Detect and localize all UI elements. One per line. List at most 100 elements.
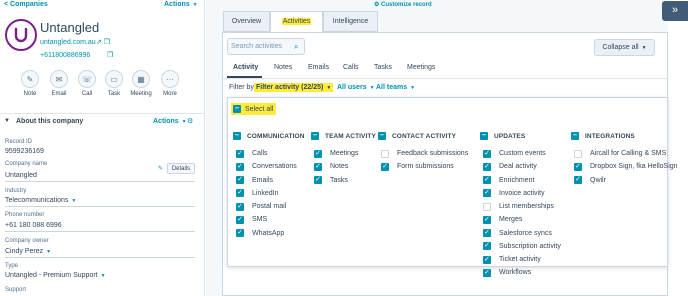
checkbox-empty-icon[interactable] <box>381 149 389 158</box>
group-header[interactable]: – UPDATES <box>480 131 561 141</box>
filter-checkbox-item[interactable]: ✓ LinkedIn <box>236 187 305 200</box>
subtab-tasks[interactable]: Tasks <box>374 64 392 71</box>
collapse-all-button[interactable]: Collapse all ▼ <box>594 39 655 56</box>
group-header[interactable]: – INTEGRATIONS <box>571 131 678 141</box>
search-input[interactable]: Search activities ⌕ <box>227 38 305 55</box>
quick-action-call[interactable]: ☏ Call <box>74 70 100 97</box>
double-chevron-right-icon[interactable]: » <box>662 1 688 21</box>
filter-checkbox-item[interactable]: ✓ Ticket activity <box>483 253 561 266</box>
company-domain-link[interactable]: untangled.com.au <box>40 39 96 46</box>
subtab-notes[interactable]: Notes <box>274 64 292 71</box>
filter-checkbox-item[interactable]: Aircall for Calling & SMS <box>574 147 678 160</box>
customize-record-link[interactable]: ⚙ Customize record <box>374 1 432 8</box>
subtab-emails[interactable]: Emails <box>308 64 329 71</box>
all-teams-dropdown[interactable]: All teams ▼ <box>376 84 415 91</box>
quick-action-meeting[interactable]: ▦ Meeting <box>128 70 154 97</box>
checkbox-checked-icon[interactable]: ✓ <box>483 268 491 277</box>
filter-item-label: Notes <box>330 163 349 171</box>
filter-checkbox-item[interactable]: ✓ Qwilr <box>574 174 678 187</box>
details-button[interactable]: Details <box>167 163 195 174</box>
field-value-record-id: 9599236169 <box>5 148 44 155</box>
filter-checkbox-item[interactable]: ✓ Workflows <box>483 266 561 279</box>
checkbox-checked-icon[interactable]: ✓ <box>574 176 582 185</box>
search-icon[interactable]: ⌕ <box>294 42 298 52</box>
filter-checkbox-item[interactable]: ✓ Meetings <box>314 147 376 160</box>
quick-action-more[interactable]: ··· More <box>157 70 183 97</box>
checkbox-checked-icon[interactable]: ✓ <box>314 176 322 185</box>
group-header[interactable]: – COMMUNICATION <box>233 131 305 141</box>
checkbox-checked-icon[interactable]: ✓ <box>483 255 491 264</box>
field-value-type[interactable]: Untangled - Premium Support ▼ <box>5 272 106 279</box>
filter-checkbox-item[interactable]: ✓ Invoice activity <box>483 187 561 200</box>
checkbox-checked-icon[interactable]: ✓ <box>574 162 582 171</box>
checkbox-empty-icon[interactable] <box>483 202 491 211</box>
quick-action-note[interactable]: ✎ Note <box>17 70 43 97</box>
checkbox-checked-icon[interactable]: ✓ <box>236 162 244 171</box>
filter-checkbox-item[interactable]: ✓ SMS <box>236 213 305 226</box>
filter-checkbox-item[interactable]: ✓ Notes <box>314 160 376 173</box>
select-all-checkbox[interactable]: – Select all <box>231 103 277 115</box>
field-value-industry[interactable]: Telecommunications ▼ <box>5 197 76 204</box>
tab-overview[interactable]: Overview <box>223 11 270 32</box>
checkbox-checked-icon[interactable]: ✓ <box>381 162 389 171</box>
checkbox-checked-icon[interactable]: ✓ <box>236 189 244 198</box>
about-section-header[interactable]: ▼ About this company Actions ▼ ⚙ <box>0 113 204 129</box>
filter-checkbox-item[interactable]: List memberships <box>483 200 561 213</box>
filter-checkbox-item[interactable]: ✓ Enrichment <box>483 174 561 187</box>
filter-checkbox-item[interactable]: ✓ Postal mail <box>236 200 305 213</box>
actions-dropdown[interactable]: Actions ▼ <box>164 1 198 8</box>
checkbox-checked-icon[interactable]: ✓ <box>236 215 244 224</box>
filter-checkbox-item[interactable]: ✓ Custom events <box>483 147 561 160</box>
checkbox-checked-icon[interactable]: ✓ <box>483 242 491 251</box>
gear-icon[interactable]: ⚙ <box>187 117 193 125</box>
filter-item-label: Custom events <box>499 150 546 158</box>
pencil-icon[interactable]: ✎ <box>158 165 163 172</box>
quick-action-email[interactable]: ✉ Email <box>46 70 72 97</box>
group-header[interactable]: – CONTACT ACTIVITY <box>378 131 468 141</box>
checkbox-checked-icon[interactable]: ✓ <box>483 229 491 238</box>
subtab-activity[interactable]: Activity <box>233 64 258 71</box>
filter-checkbox-item[interactable]: ✓ Form submissions <box>381 160 468 173</box>
filter-checkbox-item[interactable]: ✓ Conversations <box>236 160 305 173</box>
all-users-dropdown[interactable]: All users ▼ <box>337 84 375 91</box>
checkbox-checked-icon[interactable]: ✓ <box>483 176 491 185</box>
filter-item-label: Salesforce syncs <box>499 229 552 237</box>
field-value-company-name[interactable]: Untangled <box>5 172 37 179</box>
quick-action-task[interactable]: ▭ Task <box>101 70 127 97</box>
filter-checkbox-item[interactable]: ✓ Subscription activity <box>483 240 561 253</box>
subtab-meetings[interactable]: Meetings <box>407 64 435 71</box>
filter-checkbox-item[interactable]: ✓ Emails <box>236 174 305 187</box>
checkbox-checked-icon[interactable]: ✓ <box>236 202 244 211</box>
checkbox-empty-icon[interactable] <box>574 149 582 158</box>
checkbox-checked-icon[interactable]: ✓ <box>236 229 244 238</box>
group-header[interactable]: – TEAM ACTIVITY <box>311 131 376 141</box>
filter-checkbox-item[interactable]: Feedback submissions <box>381 147 468 160</box>
checkbox-checked-icon[interactable]: ✓ <box>483 149 491 158</box>
company-phone-link[interactable]: +611800886996 <box>40 52 90 59</box>
filter-checkbox-item[interactable]: ✓ Dropbox Sign, fka HelloSign <box>574 160 678 173</box>
filter-checkbox-item[interactable]: ✓ Tasks <box>314 174 376 187</box>
tab-intelligence[interactable]: Intelligence <box>323 11 378 32</box>
subtab-calls[interactable]: Calls <box>343 64 359 71</box>
checkbox-checked-icon[interactable]: ✓ <box>236 176 244 185</box>
about-actions-dropdown[interactable]: Actions ▼ <box>153 118 187 125</box>
filter-activity-dropdown[interactable]: Filter activity (22/25) ▼ <box>254 83 334 92</box>
checkbox-checked-icon[interactable]: ✓ <box>483 189 491 198</box>
filter-checkbox-item[interactable]: ✓ Calls <box>236 147 305 160</box>
tab-activities[interactable]: Activities <box>270 11 323 32</box>
filter-checkbox-item[interactable]: ✓ Merges <box>483 213 561 226</box>
group-title: CONTACT ACTIVITY <box>392 132 457 140</box>
field-value-company-owner[interactable]: Cindy Perez ▼ <box>5 248 51 255</box>
external-link-icon[interactable]: ⇗ ❐ <box>96 38 110 46</box>
checkbox-checked-icon[interactable]: ✓ <box>483 215 491 224</box>
field-value-phone[interactable]: +61 180 088 6996 <box>5 222 62 229</box>
copy-icon[interactable]: ❐ <box>107 51 113 59</box>
back-to-companies-link[interactable]: < Companies <box>4 1 48 8</box>
checkbox-checked-icon[interactable]: ✓ <box>314 162 322 171</box>
checkbox-checked-icon[interactable]: ✓ <box>236 149 244 158</box>
checkbox-checked-icon[interactable]: ✓ <box>483 162 491 171</box>
checkbox-checked-icon[interactable]: ✓ <box>314 149 322 158</box>
filter-checkbox-item[interactable]: ✓ Salesforce syncs <box>483 227 561 240</box>
filter-checkbox-item[interactable]: ✓ WhatsApp <box>236 227 305 240</box>
filter-checkbox-item[interactable]: ✓ Deal activity <box>483 160 561 173</box>
